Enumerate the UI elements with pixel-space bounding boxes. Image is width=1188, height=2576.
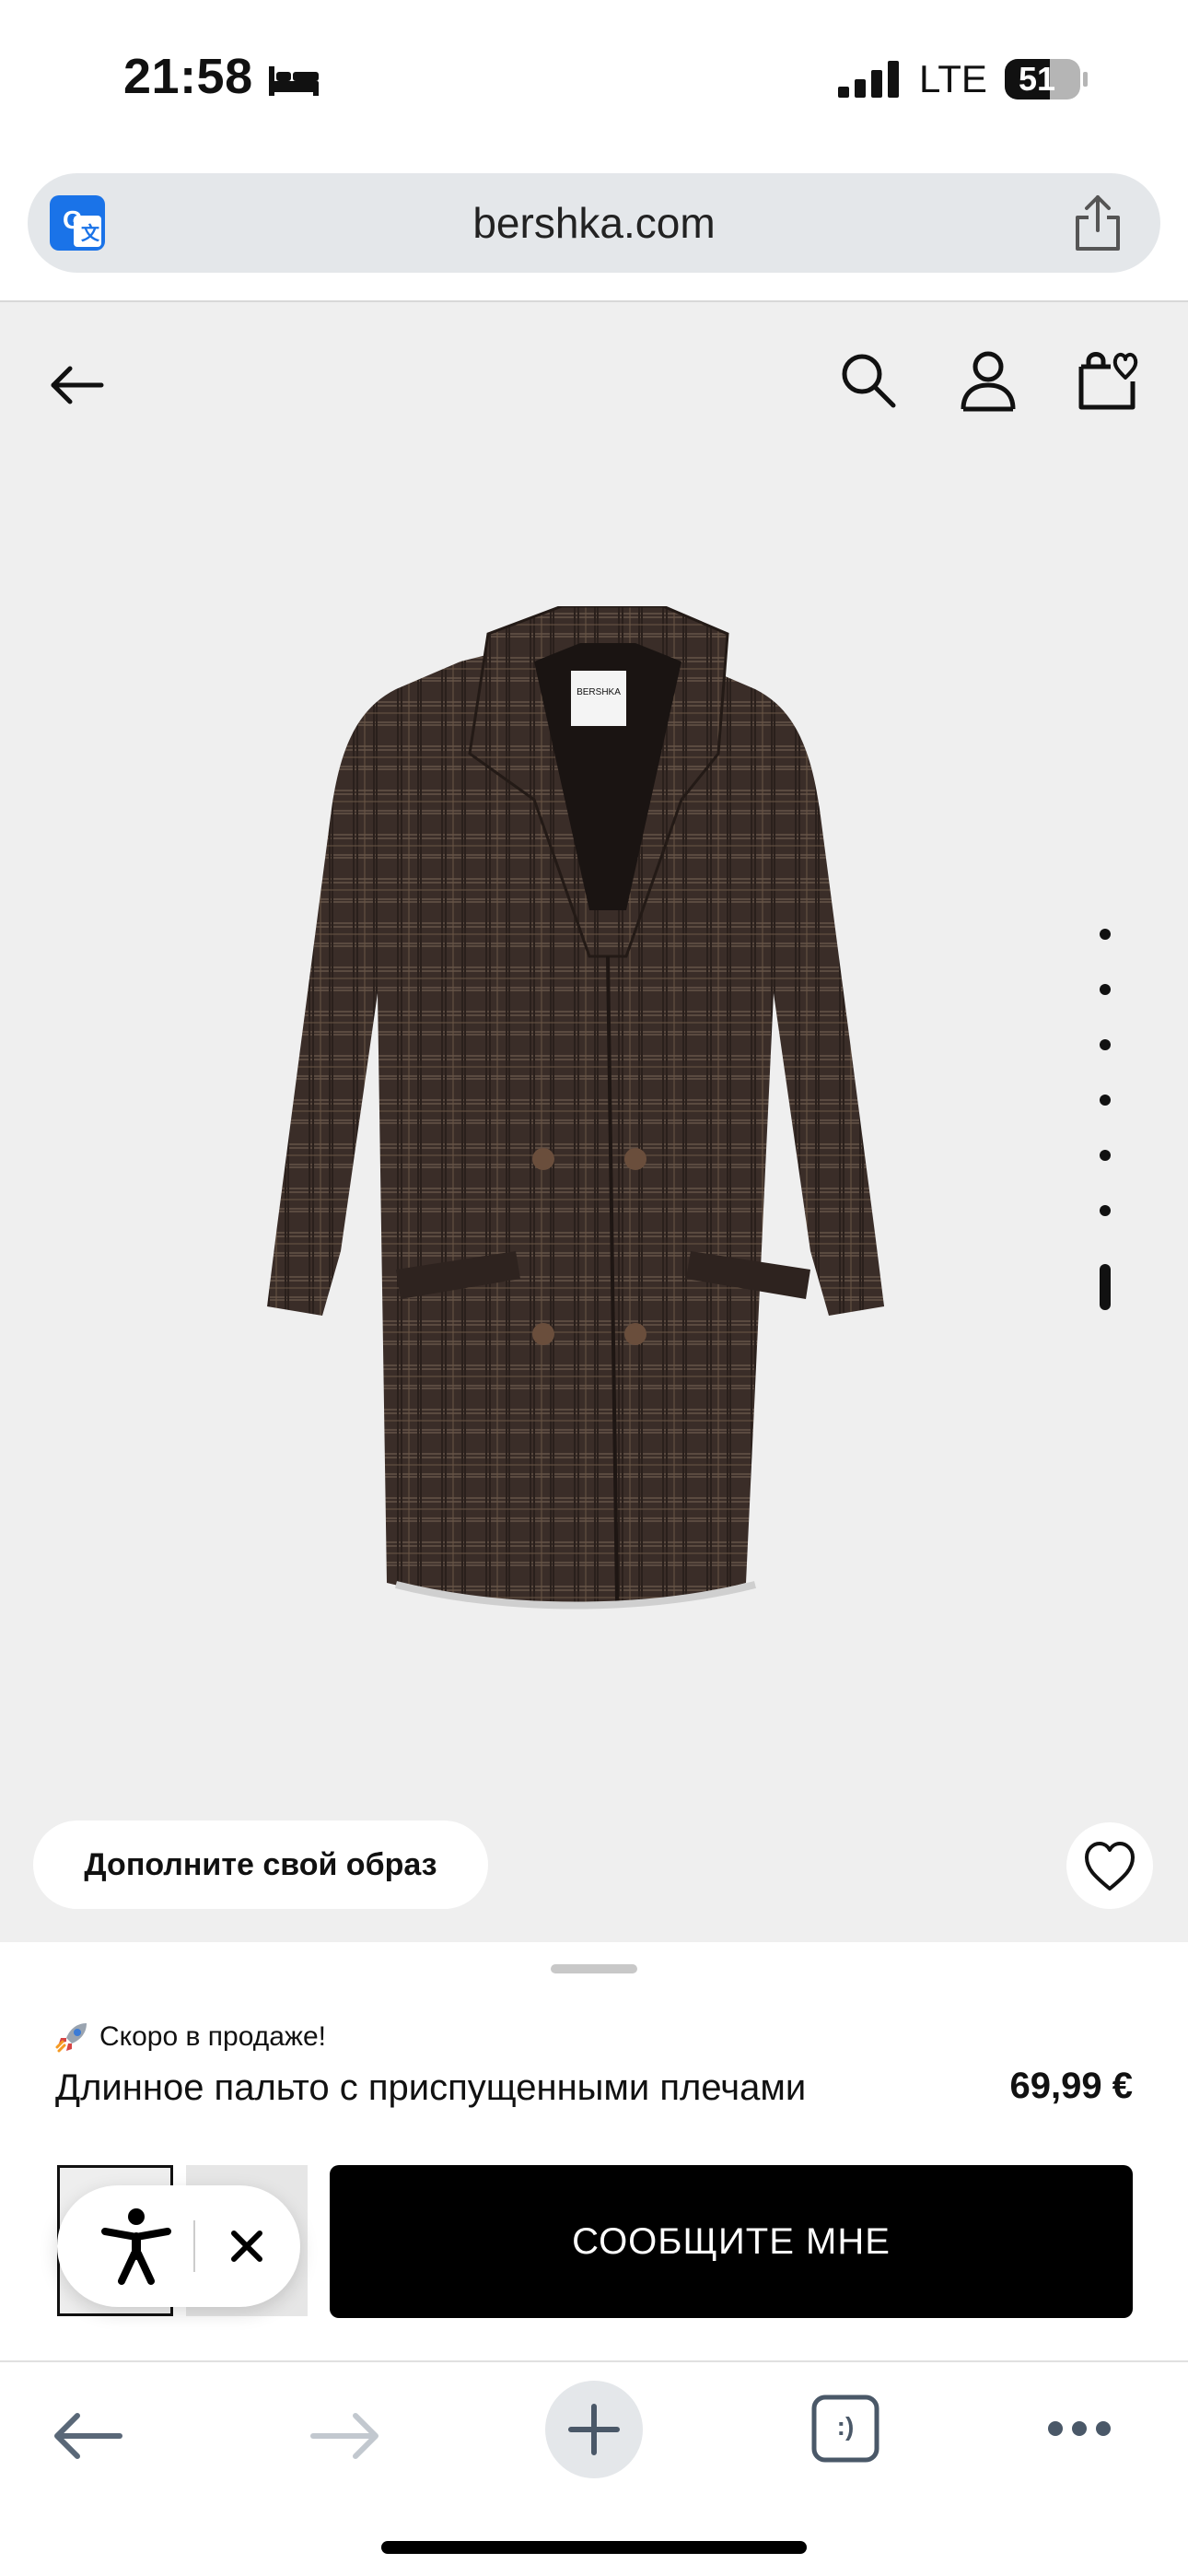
account-icon[interactable] (958, 348, 1019, 413)
product-image: BERSHKA (267, 606, 884, 1610)
share-icon[interactable] (1072, 193, 1124, 252)
accessibility-divider (193, 2220, 195, 2272)
notify-me-button[interactable]: СООБЩИТЕ МНЕ (330, 2165, 1133, 2318)
browser-back-icon[interactable] (52, 2408, 125, 2464)
product-price: 69,99 € (1009, 2066, 1133, 2106)
gallery-dot[interactable] (1100, 984, 1111, 995)
wishlist-bag-icon[interactable] (1076, 346, 1140, 411)
product-title: Длинное пальто с приспущенными плечами (55, 2067, 807, 2108)
favorite-button[interactable] (1066, 1822, 1153, 1909)
network-type: LTE (919, 57, 987, 100)
battery-level: 51 (1019, 60, 1056, 98)
browser-forward-icon[interactable] (308, 2408, 381, 2464)
product-gallery[interactable]: BERSHKA Дополните свой образ (0, 302, 1188, 1942)
more-options-icon[interactable] (1046, 2419, 1112, 2438)
status-bar: 21:58 LTE 51 (0, 0, 1188, 166)
browser-toolbar: :) (0, 2362, 1188, 2576)
close-icon[interactable] (221, 2220, 273, 2272)
search-icon[interactable] (838, 350, 899, 411)
product-info-sheet: Скоро в продаже! Длинное пальто с приспу… (0, 1944, 1188, 2359)
gallery-dot[interactable] (1100, 929, 1111, 940)
status-time: 21:58 (123, 49, 253, 104)
sleep-focus-icon (269, 66, 319, 96)
rocket-icon (55, 2023, 87, 2053)
accessibility-icon[interactable] (92, 2202, 181, 2290)
gallery-dot[interactable] (1100, 1095, 1111, 1106)
svg-text:BERSHKA: BERSHKA (577, 687, 621, 697)
plus-icon (568, 2404, 620, 2455)
url-text[interactable]: bershka.com (28, 173, 1160, 273)
sheet-handle[interactable] (551, 1964, 637, 1973)
heart-icon (1085, 1842, 1135, 1891)
accessibility-widget[interactable] (57, 2185, 300, 2307)
new-tab-button[interactable] (545, 2381, 643, 2478)
gallery-dot[interactable] (1100, 1150, 1111, 1161)
back-arrow-icon[interactable] (46, 357, 107, 413)
gallery-pagination[interactable] (1096, 929, 1114, 1352)
home-indicator (381, 2541, 807, 2554)
battery-icon: 51 (1004, 57, 1089, 101)
complete-look-button[interactable]: Дополните свой образ (33, 1821, 488, 1909)
gallery-dot-active[interactable] (1100, 1264, 1111, 1310)
gallery-dot[interactable] (1100, 1039, 1111, 1050)
tabs-button-label[interactable]: :) (810, 2412, 880, 2441)
cellular-signal-icon (838, 61, 899, 98)
availability-label: Скоро в продаже! (99, 2021, 327, 2052)
gallery-dot[interactable] (1100, 1205, 1111, 1216)
address-bar[interactable]: G 文 bershka.com (28, 173, 1160, 273)
